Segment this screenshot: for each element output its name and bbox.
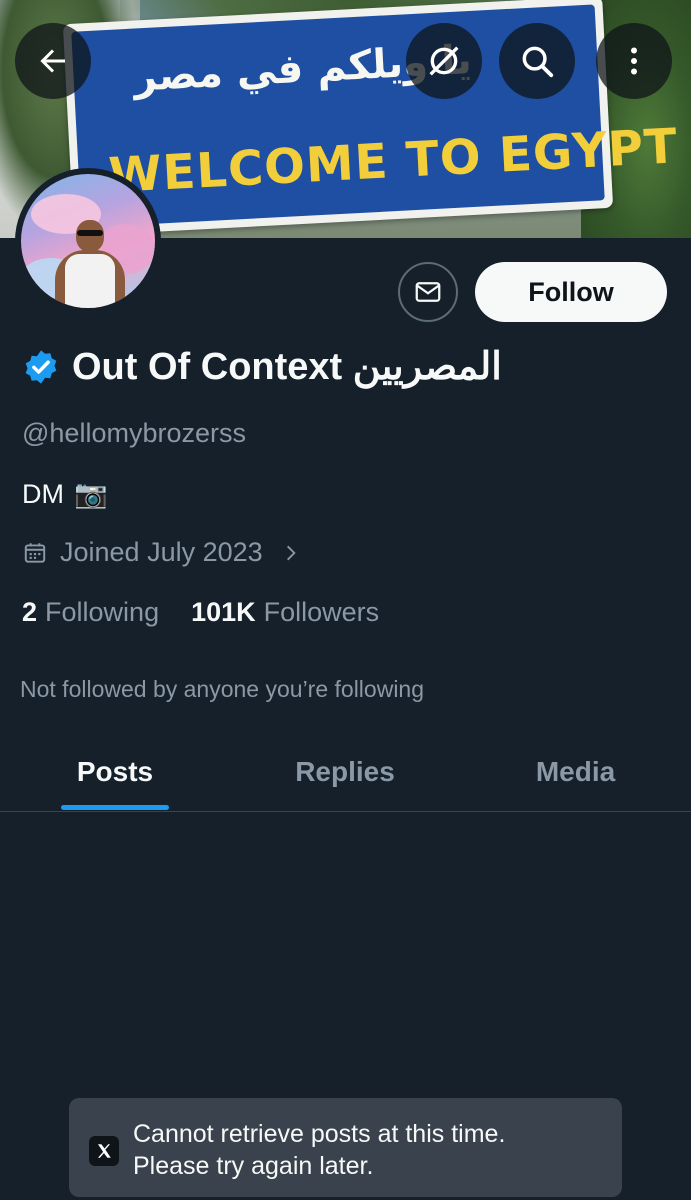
profile-bio: DM 📷 [22,478,108,510]
verified-badge-icon [25,349,57,384]
tab-posts[interactable]: Posts [0,732,230,811]
arrow-left-icon [40,49,65,73]
calendar-icon [24,542,46,563]
following-label: Following [45,597,160,627]
profile-tabs: Posts Replies Media [0,732,691,812]
camera-emoji-icon: 📷 [74,479,108,509]
followers-link[interactable]: 101K Followers [191,597,379,628]
toast-line-1: Cannot retrieve posts at this time. [133,1120,506,1148]
mail-icon [415,282,441,302]
followed-by-context: Not followed by anyone you’re following [20,676,425,702]
toast-line-2: Please try again later. [133,1152,374,1180]
back-button[interactable] [15,23,91,99]
active-tab-indicator [61,805,169,810]
following-link[interactable]: 2 Following [22,597,159,628]
profile-name-row: Out Of Context المصريين [22,344,502,389]
grok-button[interactable] [406,23,482,99]
tab-media[interactable]: Media [460,732,691,811]
chevron-right-icon [286,545,296,560]
search-icon [522,46,554,78]
joined-date[interactable]: Joined July 2023 [22,537,301,568]
avatar[interactable] [15,168,161,314]
follow-button[interactable]: Follow [475,262,667,322]
bio-text: DM [22,478,64,509]
message-button[interactable] [398,262,458,322]
grok-icon [429,46,459,76]
toast-message: Cannot retrieve posts at this time. Plea… [133,1118,505,1182]
display-name: Out Of Context المصريين [72,346,502,388]
more-vertical-icon [631,47,637,75]
more-options-button[interactable] [596,23,672,99]
tab-replies[interactable]: Replies [230,732,460,811]
error-toast: Cannot retrieve posts at this time. Plea… [69,1098,622,1197]
search-button[interactable] [499,23,575,99]
followers-label: Followers [263,597,380,627]
profile-stats: 2 Following 101K Followers [22,597,411,628]
avatar-image [21,174,155,308]
joined-text: Joined July 2023 [60,537,263,567]
following-count: 2 [22,597,38,627]
x-logo-icon [89,1136,119,1166]
profile-handle: @hellomybrozerss [22,418,246,448]
followers-count: 101K [191,597,256,627]
sign-english-text: WELCOME TO EGYPT [107,118,680,205]
